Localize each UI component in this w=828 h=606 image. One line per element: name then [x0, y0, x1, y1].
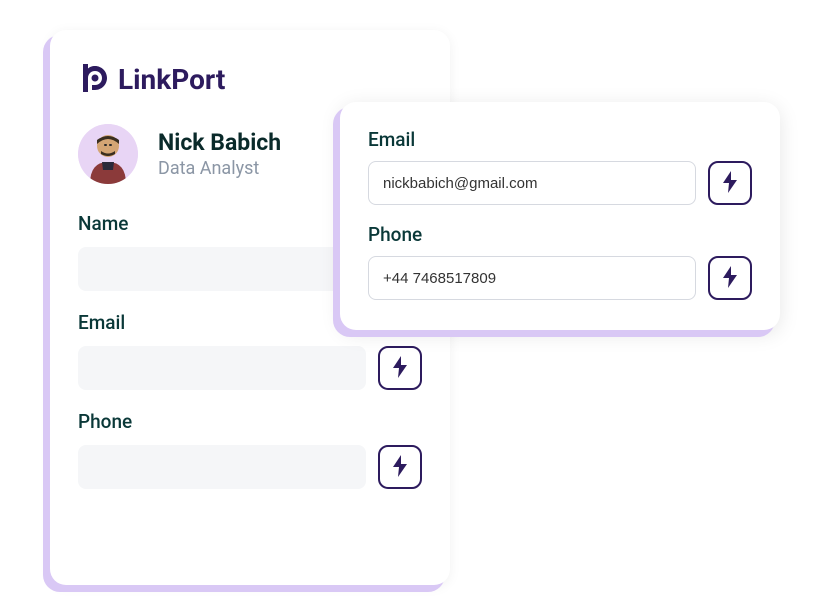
overlay-phone-flash-button[interactable] — [708, 256, 752, 300]
brand-row: LinkPort — [78, 62, 422, 96]
profile-name: Nick Babich — [158, 129, 281, 156]
overlay-email-field-group: Email — [368, 128, 752, 205]
avatar — [78, 124, 138, 184]
email-flash-button[interactable] — [378, 346, 422, 390]
lightning-icon — [391, 356, 409, 381]
profile-info: Nick Babich Data Analyst — [158, 129, 281, 179]
overlay-email-label: Email — [368, 128, 752, 151]
overlay-phone-input[interactable] — [368, 256, 696, 300]
email-input[interactable] — [78, 346, 366, 390]
phone-label: Phone — [78, 410, 422, 433]
overlay-card: Email Phone — [340, 102, 780, 330]
lightning-icon — [391, 455, 409, 480]
lightning-icon — [721, 171, 739, 196]
overlay-phone-label: Phone — [368, 223, 752, 246]
phone-input[interactable] — [78, 445, 366, 489]
overlay-phone-field-group: Phone — [368, 223, 752, 300]
overlay-email-flash-button[interactable] — [708, 161, 752, 205]
phone-flash-button[interactable] — [378, 445, 422, 489]
overlay-email-input[interactable] — [368, 161, 696, 205]
lightning-icon — [721, 266, 739, 291]
profile-role: Data Analyst — [158, 158, 281, 179]
brand-name: LinkPort — [118, 63, 225, 96]
phone-field-group: Phone — [78, 410, 422, 489]
linkport-logo-icon — [78, 62, 108, 96]
